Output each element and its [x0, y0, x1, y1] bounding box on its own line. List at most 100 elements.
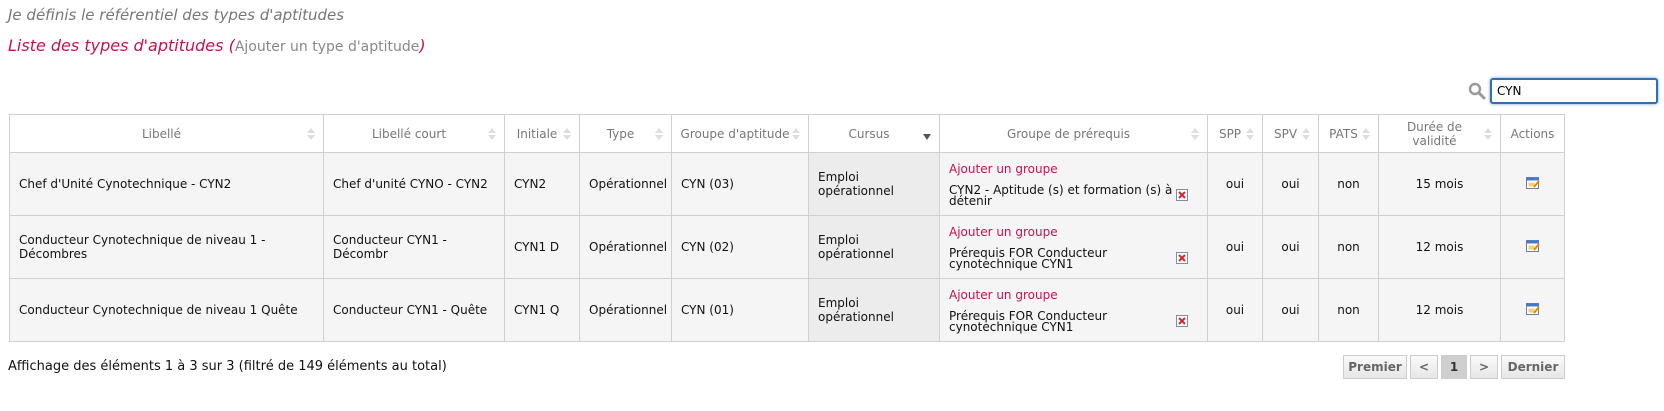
column-header-spv[interactable]: SPV [1262, 114, 1319, 153]
cell-libelle: Conducteur Cynotechnique de niveau 1 Quê… [9, 278, 324, 342]
delete-icon[interactable] [1176, 314, 1188, 327]
cell-groupe-aptitude: CYN (02) [671, 215, 809, 279]
cell-groupe-prerequis: Ajouter un groupe CYN2 - Aptitude (s) et… [939, 152, 1208, 216]
list-title: Liste des types d'aptitudes (Ajouter un … [8, 36, 426, 55]
column-header-label: Groupe de prérequis [1006, 126, 1131, 141]
column-header-label: Type [606, 126, 635, 141]
cell-pats: non [1318, 152, 1379, 216]
header-row: Libellé Libellé court Initiale Type Grou… [9, 114, 1565, 153]
cell-pats: non [1318, 278, 1379, 342]
list-title-text: Liste des types d'aptitudes [8, 36, 224, 55]
sort-icon [1191, 128, 1199, 140]
cell-actions [1500, 278, 1565, 342]
column-header-label: SPP [1218, 126, 1242, 141]
cell-spv: oui [1262, 215, 1319, 279]
column-header-libelle-court[interactable]: Libellé court [323, 114, 505, 153]
prerequisite-label: Prérequis FOR Conducteur cynotechnique C… [949, 308, 1108, 334]
table-row: Chef d'Unité Cynotechnique - CYN2 Chef d… [9, 152, 1565, 216]
sort-desc-icon [923, 134, 931, 140]
column-header-label: Initiale [516, 126, 558, 141]
column-header-label: SPV [1273, 126, 1298, 141]
column-header-label: Libellé [141, 126, 182, 141]
column-header-label: Libellé court [371, 126, 447, 141]
edit-icon[interactable] [1525, 176, 1540, 189]
page-1-button[interactable]: 1 [1441, 355, 1467, 379]
column-header-initiale[interactable]: Initiale [504, 114, 580, 153]
delete-icon[interactable] [1176, 188, 1188, 201]
sort-icon [307, 128, 315, 140]
column-header-groupe-prerequis[interactable]: Groupe de prérequis [939, 114, 1208, 153]
sort-icon [488, 128, 496, 140]
cell-libelle: Chef d'Unité Cynotechnique - CYN2 [9, 152, 324, 216]
sort-icon [1484, 128, 1492, 140]
cell-groupe-prerequis: Ajouter un groupe Prérequis FOR Conducte… [939, 278, 1208, 342]
prerequisite-label: Prérequis FOR Conducteur cynotechnique C… [949, 245, 1108, 271]
sort-icon [655, 128, 663, 140]
cell-type: Opérationnel [579, 278, 672, 342]
cell-libelle-court: Conducteur CYN1 - Décombr [323, 215, 505, 279]
table-row: Conducteur Cynotechnique de niveau 1 - D… [9, 215, 1565, 279]
cell-pats: non [1318, 215, 1379, 279]
cell-spp: oui [1207, 215, 1263, 279]
cell-groupe-aptitude: CYN (01) [671, 278, 809, 342]
edit-icon[interactable] [1525, 239, 1540, 252]
add-group-link[interactable]: Ajouter un groupe [949, 288, 1198, 302]
cell-duree: 12 mois [1378, 215, 1501, 279]
search-icon [1468, 82, 1486, 100]
cell-libelle: Conducteur Cynotechnique de niveau 1 - D… [9, 215, 324, 279]
delete-icon[interactable] [1176, 251, 1188, 264]
pagination: Premier < 1 > Dernier [1340, 355, 1565, 379]
column-header-label: Cursus [848, 126, 890, 141]
cell-type: Opérationnel [579, 152, 672, 216]
column-header-pats[interactable]: PATS [1318, 114, 1379, 153]
prev-page-button[interactable]: < [1410, 355, 1438, 379]
sort-icon [1362, 128, 1370, 140]
search-input[interactable] [1490, 78, 1658, 104]
add-group-link[interactable]: Ajouter un groupe [949, 225, 1198, 239]
cell-spp: oui [1207, 152, 1263, 216]
cell-libelle-court: Conducteur CYN1 - Quête [323, 278, 505, 342]
edit-icon[interactable] [1525, 302, 1540, 315]
cell-cursus: Emploi opérationnel [808, 152, 940, 216]
column-header-type[interactable]: Type [579, 114, 672, 153]
first-page-button[interactable]: Premier [1343, 355, 1407, 379]
prerequisite-group: Prérequis FOR Conducteur cynotechnique C… [949, 308, 1198, 334]
prerequisite-group: CYN2 - Aptitude (s) et formation (s) à d… [949, 184, 1198, 207]
aptitude-types-table: Libellé Libellé court Initiale Type Grou… [9, 114, 1565, 342]
page-subtitle: Je définis le référentiel des types d'ap… [8, 6, 345, 24]
cell-cursus: Emploi opérationnel [808, 278, 940, 342]
cell-groupe-prerequis: Ajouter un groupe Prérequis FOR Conducte… [939, 215, 1208, 279]
cell-initiale: CYN1 D [504, 215, 580, 279]
last-page-button[interactable]: Dernier [1501, 355, 1565, 379]
cell-spp: oui [1207, 278, 1263, 342]
cell-spv: oui [1262, 278, 1319, 342]
cell-type: Opérationnel [579, 215, 672, 279]
cell-spv: oui [1262, 152, 1319, 216]
column-header-groupe-aptitude[interactable]: Groupe d'aptitude [671, 114, 809, 153]
sort-icon [792, 128, 800, 140]
column-header-cursus[interactable]: Cursus [808, 114, 940, 153]
cell-duree: 15 mois [1378, 152, 1501, 216]
add-group-link[interactable]: Ajouter un groupe [949, 162, 1198, 176]
next-page-button[interactable]: > [1470, 355, 1498, 379]
add-aptitude-type-link[interactable]: Ajouter un type d'aptitude [235, 39, 420, 55]
column-header-label: Groupe d'aptitude [680, 126, 790, 141]
paren-close: ) [419, 36, 426, 55]
column-header-actions: Actions [1500, 114, 1565, 153]
column-header-libelle[interactable]: Libellé [9, 114, 324, 153]
column-header-label: PATS [1329, 126, 1358, 141]
cell-groupe-aptitude: CYN (03) [671, 152, 809, 216]
cell-initiale: CYN2 [504, 152, 580, 216]
prerequisite-group: Prérequis FOR Conducteur cynotechnique C… [949, 245, 1198, 271]
column-header-duree[interactable]: Durée de validité [1378, 114, 1501, 153]
column-header-spp[interactable]: SPP [1207, 114, 1263, 153]
table-info: Affichage des éléments 1 à 3 sur 3 (filt… [8, 359, 447, 374]
cell-duree: 12 mois [1378, 278, 1501, 342]
cell-actions [1500, 215, 1565, 279]
cell-cursus: Emploi opérationnel [808, 215, 940, 279]
sort-icon [1246, 128, 1254, 140]
cell-actions [1500, 152, 1565, 216]
sort-icon [1302, 128, 1310, 140]
cell-libelle-court: Chef d'unité CYNO - CYN2 [323, 152, 505, 216]
search-bar [1468, 78, 1658, 104]
